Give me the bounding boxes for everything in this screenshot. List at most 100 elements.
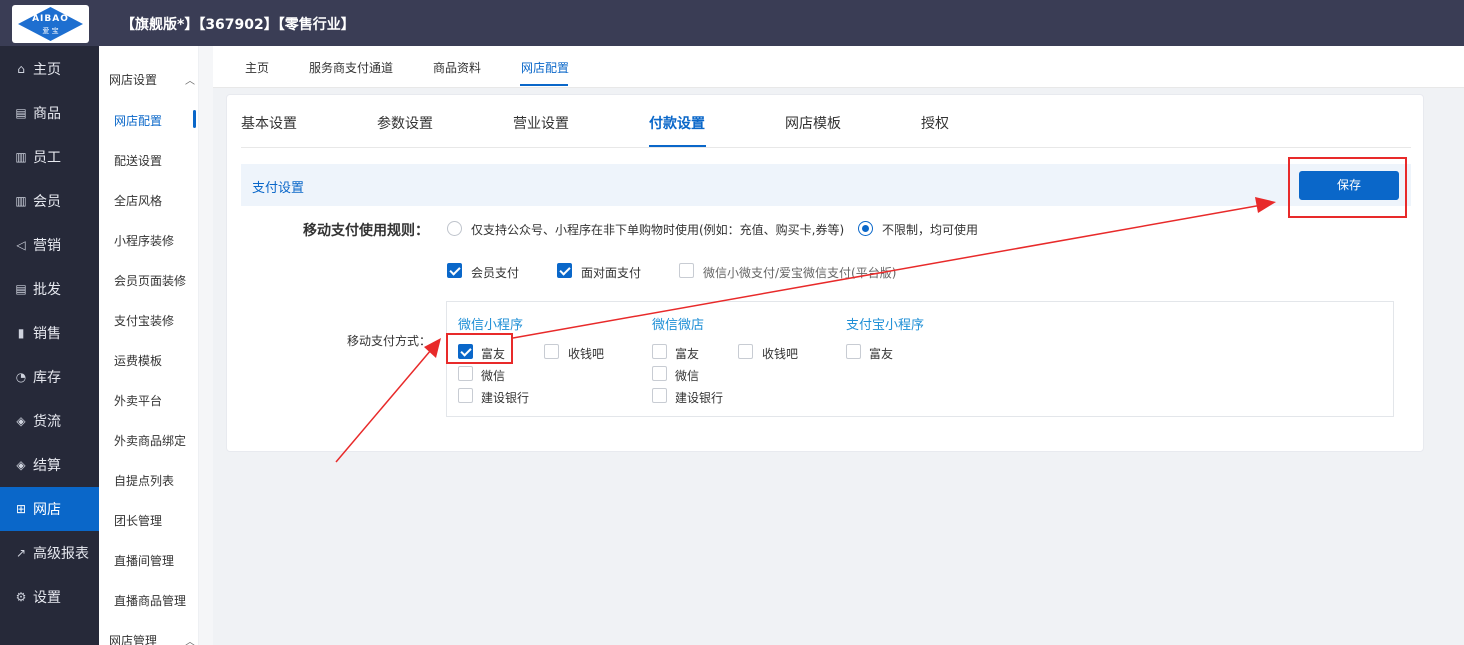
rule-option-unlimited-label: 不限制，均可使用 bbox=[882, 223, 979, 237]
nav-label: 高级报表 bbox=[33, 546, 89, 562]
ms-ccb-label: 建设银行 bbox=[675, 391, 724, 405]
ms-wechat-label: 微信 bbox=[675, 369, 700, 383]
group-title-alipay-miniprogram: 支付宝小程序 bbox=[846, 318, 925, 333]
chevron-up-icon[interactable]: ︿ bbox=[185, 72, 195, 87]
sales-chart-icon: ▮ bbox=[17, 326, 25, 340]
checkbox-ms-shouqianba[interactable] bbox=[738, 344, 753, 359]
payment-method-label: 移动支付方式： bbox=[347, 334, 432, 348]
nav-item-settlement[interactable]: ◈ 结算 bbox=[0, 443, 99, 487]
checkbox-ms-fuyou[interactable] bbox=[652, 344, 667, 359]
top-bar: AIBAO 爱 宝 【旗舰版*】【367902】【零售行业】 bbox=[0, 0, 1464, 46]
line-chart-icon: ↗ bbox=[15, 546, 27, 560]
rule-radio-limited[interactable] bbox=[447, 221, 462, 236]
checkbox-ms-ccb[interactable] bbox=[652, 388, 667, 403]
inventory-pie-icon: ◔ bbox=[15, 370, 27, 384]
sub-item-member-page-decor[interactable]: 会员页面装修 bbox=[114, 272, 186, 289]
nav-item-home[interactable]: ⌂ 主页 bbox=[0, 47, 99, 91]
sub-item-takeaway-binding[interactable]: 外卖商品绑定 bbox=[114, 432, 186, 449]
group-title-wechat-microstore: 微信微店 bbox=[652, 318, 705, 333]
sub-item-shop-config[interactable]: 网店配置 bbox=[114, 112, 162, 129]
chevron-up-icon[interactable]: ︿ bbox=[185, 633, 195, 645]
tab-authorization[interactable]: 授权 bbox=[921, 113, 949, 133]
section-header: 支付设置 bbox=[241, 164, 1411, 206]
settings-card: 基本设置 参数设置 营业设置 付款设置 网店模板 授权 支付设置 保存 移动支付… bbox=[226, 94, 1424, 452]
member-pay-label: 会员支付 bbox=[471, 266, 520, 280]
nav-item-online-shop[interactable]: ⊞ 网店 bbox=[0, 487, 99, 531]
group-title-wechat-miniprogram: 微信小程序 bbox=[458, 318, 524, 333]
page-tab-shop-config[interactable]: 网店配置 bbox=[521, 59, 569, 76]
sub-item-live-goods[interactable]: 直播商品管理 bbox=[114, 592, 186, 609]
mp-wechat-label: 微信 bbox=[481, 369, 506, 383]
page-tab-goods-info[interactable]: 商品资料 bbox=[433, 59, 481, 76]
sub-item-shipping-template[interactable]: 运费模板 bbox=[114, 352, 162, 369]
section-title: 支付设置 bbox=[252, 181, 305, 196]
rule-radio-unlimited[interactable] bbox=[858, 221, 873, 236]
annotation-box-save bbox=[1288, 157, 1407, 218]
page-tab-payment-channel[interactable]: 服务商支付通道 bbox=[309, 59, 393, 76]
payment-rule-label: 移动支付使用规则： bbox=[303, 223, 429, 239]
employee-icon: ▥ bbox=[15, 150, 27, 164]
nav-label: 员工 bbox=[33, 150, 61, 166]
nav-item-sales[interactable]: ▮ 销售 bbox=[0, 311, 99, 355]
annotation-box-fuyou bbox=[446, 333, 513, 364]
sub-item-store-style[interactable]: 全店风格 bbox=[114, 192, 162, 209]
nav-item-goods[interactable]: ▤ 商品 bbox=[0, 91, 99, 135]
sub-item-leader-management[interactable]: 团长管理 bbox=[114, 512, 162, 529]
nav-label: 网店 bbox=[33, 502, 61, 518]
nav-item-wholesale[interactable]: ▤ 批发 bbox=[0, 267, 99, 311]
payment-method-box: 微信小程序 微信微店 支付宝小程序 富友 收钱吧 微信 建设银行 富友 收钱吧 … bbox=[446, 301, 1394, 417]
megaphone-icon: ◁ bbox=[16, 238, 26, 252]
wholesale-icon: ▤ bbox=[15, 282, 27, 296]
nav-item-settings[interactable]: ⚙ 设置 bbox=[0, 575, 99, 619]
nav-label: 会员 bbox=[33, 194, 61, 210]
sub-item-alipay-decor[interactable]: 支付宝装修 bbox=[114, 312, 174, 329]
tab-basic-settings[interactable]: 基本设置 bbox=[241, 113, 297, 133]
checkbox-mp-ccb[interactable] bbox=[458, 388, 473, 403]
nav-item-logistics[interactable]: ◈ 货流 bbox=[0, 399, 99, 443]
nav-label: 主页 bbox=[33, 62, 61, 78]
nav-label: 库存 bbox=[33, 370, 61, 386]
account-title: 【旗舰版*】【367902】【零售行业】 bbox=[121, 17, 355, 33]
sub-group-shop-management[interactable]: 网店管理 bbox=[109, 632, 157, 645]
page-tab-home[interactable]: 主页 bbox=[245, 59, 269, 76]
divider bbox=[241, 147, 1411, 148]
checkbox-alipay-fuyou[interactable] bbox=[846, 344, 861, 359]
checkbox-mp-wechat[interactable] bbox=[458, 366, 473, 381]
aibao-logo[interactable]: AIBAO 爱 宝 bbox=[12, 5, 89, 43]
mp-ccb-label: 建设银行 bbox=[481, 391, 530, 405]
nav-label: 设置 bbox=[33, 590, 61, 606]
sub-item-live-room[interactable]: 直播间管理 bbox=[114, 552, 174, 569]
rule-option-limited-label: 仅支持公众号、小程序在非下单购物时使用(例如：充值、购买卡,券等) bbox=[471, 223, 845, 237]
checkbox-face-to-face-pay[interactable] bbox=[557, 263, 572, 278]
mp-shouqianba-label: 收钱吧 bbox=[568, 347, 605, 361]
page-tab-active-indicator bbox=[520, 84, 568, 86]
nav-item-member[interactable]: ▥ 会员 bbox=[0, 179, 99, 223]
logo-text: AIBAO bbox=[32, 14, 69, 24]
checkbox-mp-shouqianba[interactable] bbox=[544, 344, 559, 359]
sub-nav-scrollbar[interactable] bbox=[199, 46, 213, 645]
nav-label: 销售 bbox=[33, 326, 61, 342]
tab-parameter-settings[interactable]: 参数设置 bbox=[377, 113, 433, 133]
sub-nav: 网店设置 ︿ 网店配置 配送设置 全店风格 小程序装修 会员页面装修 支付宝装修… bbox=[99, 46, 199, 645]
nav-item-employee[interactable]: ▥ 员工 bbox=[0, 135, 99, 179]
home-icon: ⌂ bbox=[17, 62, 25, 76]
checkbox-wechat-micro-pay[interactable] bbox=[679, 263, 694, 278]
main-nav: ⌂ 主页 ▤ 商品 ▥ 员工 ▥ 会员 ◁ 营销 ▤ 批发 ▮ 销售 ◔ 库存 ◈ 货流 ◈ 结算 … bbox=[0, 46, 99, 645]
face-to-face-pay-label: 面对面支付 bbox=[581, 266, 642, 280]
nav-label: 批发 bbox=[33, 282, 61, 298]
nav-item-marketing[interactable]: ◁ 营销 bbox=[0, 223, 99, 267]
checkbox-ms-wechat[interactable] bbox=[652, 366, 667, 381]
tab-payment-settings[interactable]: 付款设置 bbox=[649, 113, 705, 133]
sub-item-pickup-points[interactable]: 自提点列表 bbox=[114, 472, 174, 489]
sub-item-takeaway-platform[interactable]: 外卖平台 bbox=[114, 392, 162, 409]
sub-item-delivery[interactable]: 配送设置 bbox=[114, 152, 162, 169]
wechat-micro-pay-label: 微信小微支付/爱宝微信支付(平台版) bbox=[703, 266, 897, 280]
tab-business-settings[interactable]: 营业设置 bbox=[513, 113, 569, 133]
sub-group-shop-settings[interactable]: 网店设置 bbox=[109, 71, 157, 88]
nav-item-advanced-reports[interactable]: ↗ 高级报表 bbox=[0, 531, 99, 575]
nav-label: 货流 bbox=[33, 414, 61, 430]
nav-item-inventory[interactable]: ◔ 库存 bbox=[0, 355, 99, 399]
checkbox-member-pay[interactable] bbox=[447, 263, 462, 278]
tab-shop-template[interactable]: 网店模板 bbox=[785, 113, 841, 133]
sub-item-miniprogram-decor[interactable]: 小程序装修 bbox=[114, 232, 174, 249]
